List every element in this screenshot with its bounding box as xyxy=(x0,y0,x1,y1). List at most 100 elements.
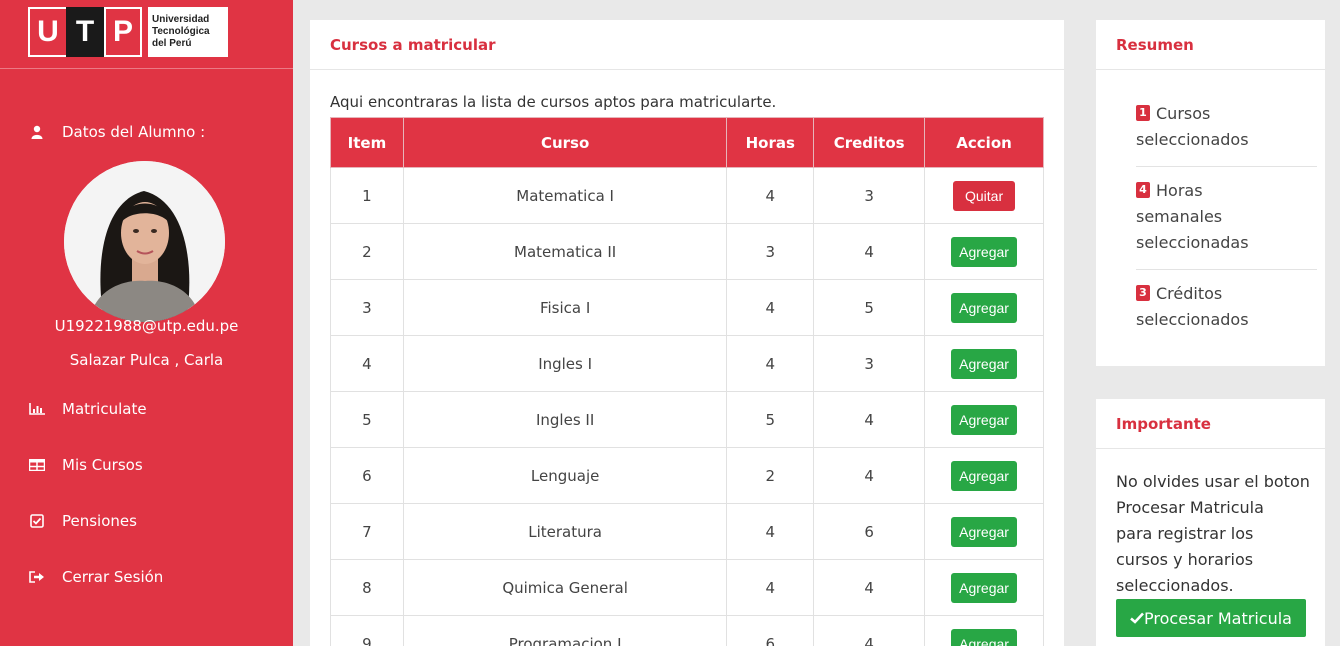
agregar-button[interactable]: Agregar xyxy=(951,516,1017,547)
cell-curso: Lenguaje xyxy=(402,447,728,504)
cell-creditos: 4 xyxy=(813,615,926,646)
cell-creditos: 3 xyxy=(813,167,926,224)
summary-horas-label: semanales xyxy=(1136,207,1223,226)
summary-creditos: 3 Créditos seleccionados xyxy=(1136,281,1306,333)
logo-letter-p: P xyxy=(104,7,142,57)
sidebar-item-matriculate[interactable]: Matriculate xyxy=(28,400,147,418)
summary-divider xyxy=(1136,166,1317,167)
important-title: Importante xyxy=(1096,399,1325,449)
table-row: 9 Programacion I 6 4 Agregar xyxy=(330,615,1044,646)
summary-divider xyxy=(1136,269,1317,270)
sidebar-item-pensiones[interactable]: Pensiones xyxy=(28,512,137,530)
cell-curso: Fisica I xyxy=(402,279,728,336)
agregar-button[interactable]: Agregar xyxy=(951,628,1017,646)
column-header-creditos: Creditos xyxy=(813,117,926,168)
sidebar-item-label: Cerrar Sesión xyxy=(62,568,164,586)
creditos-count-badge: 3 xyxy=(1136,285,1150,301)
sidebar-item-label: Mis Cursos xyxy=(62,456,143,474)
summary-creditos-label: seleccionados xyxy=(1136,310,1249,329)
logo-letter-u: U xyxy=(28,7,66,57)
cell-item: 2 xyxy=(330,223,404,280)
agregar-button[interactable]: Agregar xyxy=(951,292,1017,323)
sidebar-item-cerrar-sesion[interactable]: Cerrar Sesión xyxy=(28,568,163,586)
cell-accion: Agregar xyxy=(924,223,1044,280)
table-row: 8 Quimica General 4 4 Agregar xyxy=(330,559,1044,616)
sidebar-item-label: Pensiones xyxy=(62,512,137,530)
cell-accion: Agregar xyxy=(924,615,1044,646)
bar-chart-icon xyxy=(28,402,46,416)
agregar-button[interactable]: Agregar xyxy=(951,460,1017,491)
cell-curso: Matematica I xyxy=(402,167,728,224)
cell-curso: Ingles II xyxy=(402,391,728,448)
summary-horas-label: Horas xyxy=(1156,181,1203,200)
table-row: 3 Fisica I 4 5 Agregar xyxy=(330,279,1044,336)
cell-horas: 6 xyxy=(726,615,815,646)
cell-accion: Agregar xyxy=(924,391,1044,448)
cell-horas: 4 xyxy=(726,335,815,392)
sidebar-item-mis-cursos[interactable]: Mis Cursos xyxy=(28,456,143,474)
horas-count-badge: 4 xyxy=(1136,182,1150,198)
logo-text-line: del Perú xyxy=(152,38,192,49)
cell-horas: 3 xyxy=(726,223,815,280)
sidebar: U T P Universidad Tecnológica del Perú D… xyxy=(0,0,293,646)
cell-creditos: 4 xyxy=(813,559,926,616)
cell-accion: Quitar xyxy=(924,167,1044,224)
avatar xyxy=(64,161,225,322)
cursos-count-badge: 1 xyxy=(1136,105,1150,121)
check-icon xyxy=(1130,612,1144,624)
important-line: No olvides usar el boton xyxy=(1116,472,1310,491)
cell-accion: Agregar xyxy=(924,559,1044,616)
logo-text: Universidad Tecnológica del Perú xyxy=(148,7,228,57)
user-icon xyxy=(28,125,46,139)
student-header: Datos del Alumno : xyxy=(28,123,205,141)
cell-curso: Programacion I xyxy=(402,615,728,646)
cell-creditos: 6 xyxy=(813,503,926,560)
cell-horas: 5 xyxy=(726,391,815,448)
cell-item: 6 xyxy=(330,447,404,504)
summary-panel: Resumen 1 Cursos seleccionados 4 Horas sem… xyxy=(1096,20,1325,366)
cell-item: 8 xyxy=(330,559,404,616)
sidebar-divider xyxy=(0,68,293,69)
cell-horas: 4 xyxy=(726,503,815,560)
agregar-button[interactable]: Agregar xyxy=(951,348,1017,379)
sidebar-item-label: Matriculate xyxy=(62,400,147,418)
sign-out-icon xyxy=(28,570,46,584)
summary-creditos-label: Créditos xyxy=(1156,284,1223,303)
cell-curso: Literatura xyxy=(402,503,728,560)
agregar-button[interactable]: Agregar xyxy=(951,404,1017,435)
courses-panel-title: Cursos a matricular xyxy=(310,20,1064,70)
courses-panel: Cursos a matricular Aqui encontraras la … xyxy=(310,20,1064,646)
logo-text-line: Universidad xyxy=(152,14,210,25)
cell-horas: 4 xyxy=(726,167,815,224)
cell-creditos: 4 xyxy=(813,391,926,448)
table-row: 6 Lenguaje 2 4 Agregar xyxy=(330,447,1044,504)
column-header-item: Item xyxy=(330,117,404,168)
cell-creditos: 5 xyxy=(813,279,926,336)
quitar-button[interactable]: Quitar xyxy=(952,180,1016,211)
important-line: para registrar los xyxy=(1116,524,1254,543)
procesar-matricula-button[interactable]: Procesar Matricula xyxy=(1116,599,1306,637)
cell-accion: Agregar xyxy=(924,503,1044,560)
summary-title: Resumen xyxy=(1096,20,1325,70)
agregar-button[interactable]: Agregar xyxy=(951,236,1017,267)
important-line: seleccionados. xyxy=(1116,576,1234,595)
logo-text-line: Tecnológica xyxy=(152,26,210,37)
summary-cursos-label: Cursos xyxy=(1156,104,1211,123)
cell-horas: 4 xyxy=(726,279,815,336)
check-square-icon xyxy=(28,514,46,528)
table-row: 1 Matematica I 4 3 Quitar xyxy=(330,167,1044,224)
table-row: 4 Ingles I 4 3 Agregar xyxy=(330,335,1044,392)
table-icon xyxy=(28,458,46,472)
cell-accion: Agregar xyxy=(924,447,1044,504)
utp-logo: U T P Universidad Tecnológica del Perú xyxy=(28,7,258,57)
student-header-label: Datos del Alumno : xyxy=(62,123,206,141)
important-message: No olvides usar el boton Procesar Matric… xyxy=(1116,469,1316,599)
summary-horas: 4 Horas semanales seleccionadas xyxy=(1136,178,1306,256)
cell-item: 7 xyxy=(330,503,404,560)
cell-item: 5 xyxy=(330,391,404,448)
cell-accion: Agregar xyxy=(924,279,1044,336)
important-panel: Importante No olvides usar el boton Proc… xyxy=(1096,399,1325,646)
logo-letter-t: T xyxy=(66,7,104,57)
agregar-button[interactable]: Agregar xyxy=(951,572,1017,603)
cell-horas: 4 xyxy=(726,559,815,616)
